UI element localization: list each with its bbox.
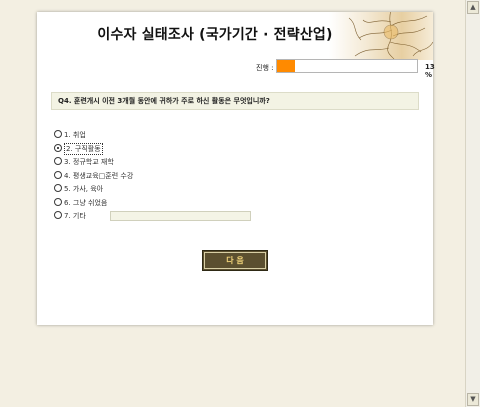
flower-decoration-image (329, 12, 433, 60)
option-label: 4. 평생교육□훈련 수강 (64, 171, 134, 180)
progress-label: 진행 : (256, 64, 274, 72)
progress-percent: 13 % (425, 63, 435, 79)
radio-housework[interactable] (54, 184, 62, 192)
scroll-up-arrow-icon[interactable]: ▲ (467, 1, 479, 14)
other-text-input[interactable] (110, 211, 251, 221)
radio-employment[interactable] (54, 130, 62, 138)
progress-fill (277, 60, 296, 72)
scroll-down-arrow-icon[interactable]: ▼ (467, 393, 479, 406)
page-title: 이수자 실태조사 (국가기간 · 전략산업) (97, 27, 333, 43)
option-label: 6. 그냥 쉬었음 (64, 198, 108, 207)
option-label: 3. 정규학교 재학 (64, 158, 114, 166)
survey-panel: 이수자 실태조사 (국가기간 · 전략산업) 진행 : 13 % Q4. 훈련개… (37, 12, 435, 325)
option-label: 7. 기타 (64, 212, 86, 220)
radio-rested[interactable] (54, 197, 62, 206)
option-label: 2. 구직활동 (64, 142, 103, 155)
progress-bar (276, 59, 418, 73)
option-label: 1. 취업 (64, 131, 86, 139)
next-button[interactable]: 다 음 (202, 250, 268, 271)
option-label: 5. 가사, 육아 (64, 185, 104, 193)
question-text: Q4. 훈련개시 이전 3개월 동안에 귀하가 주로 하신 활동은 무엇입니까? (51, 92, 419, 110)
vertical-scrollbar[interactable]: ▲ ▼ (465, 0, 480, 407)
radio-school[interactable] (54, 157, 62, 165)
radio-lifelong-education[interactable] (54, 170, 62, 179)
radio-job-seeking[interactable] (54, 143, 62, 152)
radio-other[interactable] (54, 211, 62, 219)
